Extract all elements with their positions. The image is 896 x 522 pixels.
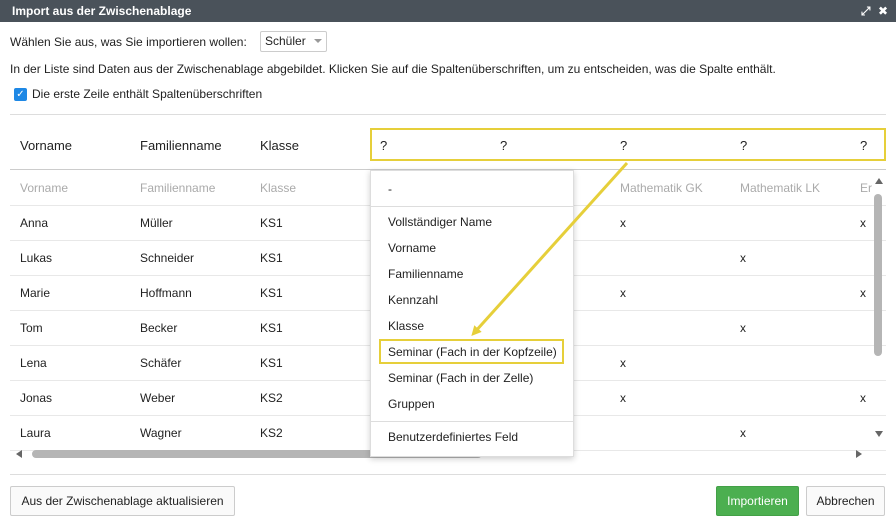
table-cell: x — [860, 216, 866, 230]
dialog-title: Import aus der Zwischenablage — [12, 4, 192, 18]
import-button[interactable]: Importieren — [716, 486, 799, 516]
table-cell: Schneider — [140, 251, 195, 265]
cancel-button[interactable]: Abbrechen — [806, 486, 885, 516]
table-cell: Müller — [140, 216, 173, 230]
table-cell: Marie — [20, 286, 51, 300]
table-cell: Jonas — [20, 391, 53, 405]
dropdown-item-first-name[interactable]: Vorname — [388, 241, 436, 255]
checkmark-icon[interactable]: ✓ — [14, 87, 27, 101]
table-cell: Lena — [20, 356, 47, 370]
dropdown-item-none[interactable]: - — [388, 182, 392, 196]
table-cell: KS2 — [260, 391, 283, 405]
dropdown-item-id[interactable]: Kennzahl — [388, 293, 438, 307]
scroll-left-icon[interactable] — [16, 450, 22, 458]
unassigned-columns-highlight — [370, 128, 886, 161]
import-type-select[interactable]: Schüler — [260, 31, 327, 52]
dropdown-item-seminar-cell[interactable]: Seminar (Fach in der Zelle) — [388, 371, 533, 385]
dropdown-divider — [371, 421, 573, 422]
scroll-thumb[interactable] — [874, 194, 882, 356]
table-cell: Laura — [20, 426, 51, 440]
refresh-clipboard-button[interactable]: Aus der Zwischenablage aktualisieren — [10, 486, 235, 516]
source-header-cell: Klasse — [260, 181, 297, 195]
column-header[interactable]: Vorname — [20, 138, 72, 153]
table-cell: KS1 — [260, 321, 283, 335]
table-cell: Anna — [20, 216, 49, 230]
table-cell: x — [620, 286, 626, 300]
table-cell: KS1 — [260, 286, 283, 300]
table-cell: x — [620, 356, 626, 370]
table-cell: Hoffmann — [140, 286, 192, 300]
table-cell: Wagner — [140, 426, 182, 440]
table-cell: x — [860, 391, 866, 405]
table-cell: KS2 — [260, 426, 283, 440]
dropdown-divider — [371, 206, 573, 207]
header-row-checkbox-label: Die erste Zeile enthält Spaltenüberschri… — [32, 87, 263, 101]
header-row-checkbox[interactable]: ✓ Die erste Zeile enthält Spaltenübersch… — [14, 87, 262, 101]
table-cell: x — [740, 321, 746, 335]
source-header-cell: Er — [860, 181, 872, 195]
source-header-cell: Vorname — [20, 181, 69, 195]
dropdown-item-last-name[interactable]: Familienname — [388, 267, 463, 281]
maximize-icon[interactable]: ⤢ — [859, 0, 873, 22]
table-cell: Tom — [20, 321, 43, 335]
divider — [10, 114, 886, 115]
dropdown-item-full-name[interactable]: Vollständiger Name — [388, 215, 492, 229]
table-cell: KS1 — [260, 251, 283, 265]
table-cell: x — [620, 216, 626, 230]
close-icon[interactable]: ✖ — [876, 0, 890, 22]
table-cell: Schäfer — [140, 356, 182, 370]
dialog-titlebar: Import aus der Zwischenablage ⤢ ✖ — [0, 0, 896, 22]
footer-divider — [10, 474, 886, 475]
column-header[interactable]: Klasse — [260, 138, 299, 153]
source-header-cell: Mathematik GK — [620, 181, 703, 195]
table-cell: KS1 — [260, 356, 283, 370]
dropdown-item-groups[interactable]: Gruppen — [388, 397, 435, 411]
column-type-dropdown[interactable]: - Vollständiger Name Vorname Familiennam… — [370, 170, 574, 457]
import-type-value: Schüler — [265, 34, 306, 48]
column-header[interactable]: Familienname — [140, 138, 222, 153]
highlighted-option-box — [379, 339, 564, 364]
dropdown-item-custom-field[interactable]: Benutzerdefiniertes Feld — [388, 430, 518, 444]
table-cell: x — [860, 286, 866, 300]
source-header-cell: Mathematik LK — [740, 181, 821, 195]
vertical-scrollbar[interactable] — [873, 178, 885, 440]
table-cell: Becker — [140, 321, 178, 335]
dropdown-item-class[interactable]: Klasse — [388, 319, 424, 333]
scroll-down-icon[interactable] — [875, 431, 883, 437]
table-cell: x — [740, 251, 746, 265]
chevron-down-icon — [313, 39, 322, 43]
table-cell: Weber — [140, 391, 176, 405]
scroll-right-icon[interactable] — [856, 450, 862, 458]
table-cell: x — [740, 426, 746, 440]
scroll-up-icon[interactable] — [875, 178, 883, 184]
table-cell: Lukas — [20, 251, 53, 265]
info-text: In der Liste sind Daten aus der Zwischen… — [10, 62, 776, 76]
table-cell: x — [620, 391, 626, 405]
import-type-label: Wählen Sie aus, was Sie importieren woll… — [10, 35, 247, 49]
table-cell: KS1 — [260, 216, 283, 230]
source-header-cell: Familienname — [140, 181, 216, 195]
